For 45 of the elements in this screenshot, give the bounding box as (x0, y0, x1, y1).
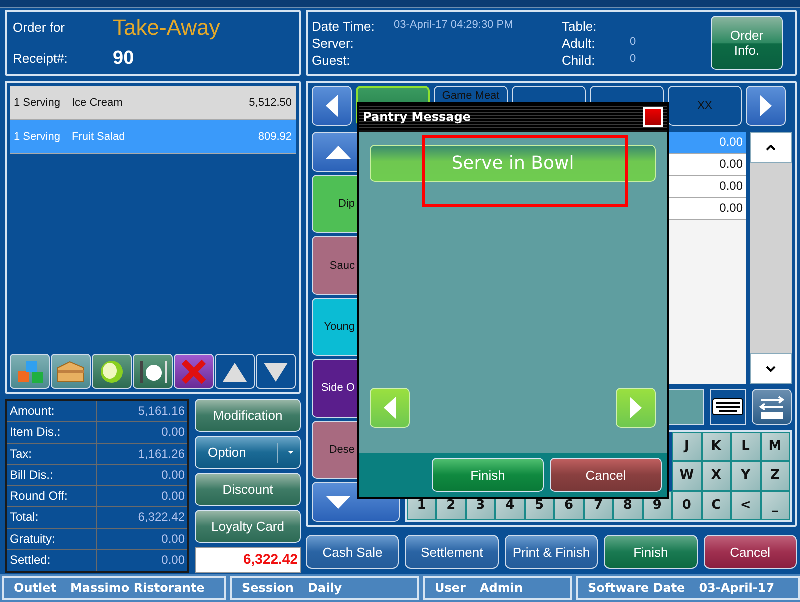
status-label: Outlet (14, 581, 56, 595)
total-value: 0.00 (160, 424, 186, 442)
info-label: Adult: (562, 36, 596, 50)
total-value: 5,161.16 (137, 403, 186, 420)
total-label: Tax: (7, 444, 97, 464)
item-quantity: 1 Serving (14, 130, 62, 142)
total-label: Item Dis.: (7, 422, 97, 442)
item-amount: 809.92 (258, 130, 292, 142)
total-label: Settled: (7, 550, 97, 571)
grand-total: 6,322.42 (195, 547, 301, 573)
info-value: 0 (630, 52, 638, 66)
info-label: Child: (562, 52, 596, 68)
total-label: Round Off: (7, 486, 97, 506)
status-value: Admin (480, 581, 523, 595)
status-label: User (435, 581, 466, 595)
info-value: 0 (630, 36, 638, 50)
info-label: Server: (312, 36, 355, 50)
item-amount: 5,512.50 (249, 96, 292, 108)
receipt-number: 90 (113, 48, 136, 70)
receipt-label: Receipt#: (13, 51, 69, 66)
order-for-label: Order for (13, 20, 66, 35)
total-label: Bill Dis.: (7, 464, 97, 485)
total-label: Total: (7, 507, 97, 528)
total-value: 0.00 (160, 530, 186, 548)
total-value: 0.00 (160, 466, 186, 484)
total-value: 0.00 (160, 552, 186, 569)
total-value: 1,161.26 (137, 446, 186, 462)
total-label: Gratuity: (7, 528, 97, 549)
info-label: Date Time: (312, 18, 376, 34)
dialog-title: Pantry Message (363, 110, 471, 124)
total-value: 0.00 (160, 488, 186, 505)
status-label: Session (242, 581, 294, 595)
item-name: Fruit Salad (72, 130, 126, 142)
info-label: Guest: (312, 52, 352, 68)
item-quantity: 1 Serving (14, 96, 62, 108)
item-name: Ice Cream (72, 96, 124, 108)
status-label: Software Date (588, 581, 686, 595)
total-label: Amount: (7, 401, 97, 422)
info-value: 03-April-17 04:29:30 PM (394, 18, 514, 32)
status-value: Daily (308, 581, 342, 595)
status-value: Massimo Ristorante (70, 581, 205, 595)
total-value: 6,322.42 (137, 509, 186, 526)
info-label: Table: (562, 18, 598, 34)
status-value: 03-April-17 (699, 581, 775, 595)
order-type: Take-Away (113, 14, 222, 40)
